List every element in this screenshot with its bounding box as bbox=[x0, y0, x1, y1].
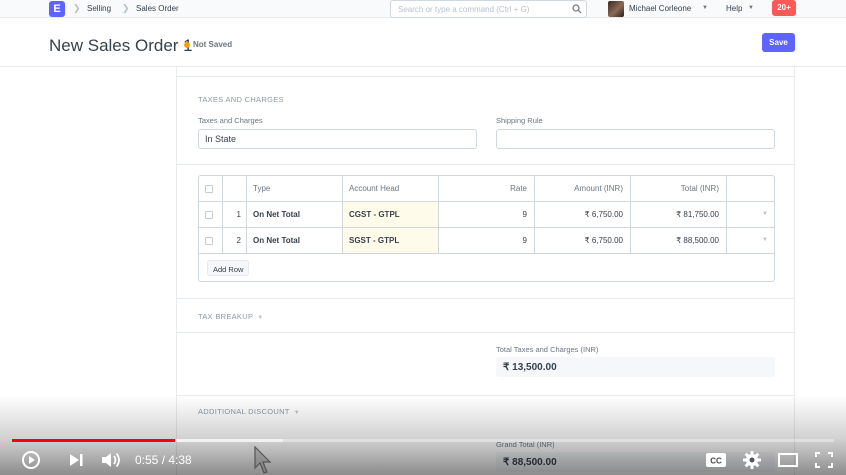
help-menu[interactable]: Help bbox=[726, 4, 742, 13]
subtitles-icon[interactable]: CC bbox=[703, 448, 729, 472]
section-divider bbox=[177, 332, 794, 333]
row-rate[interactable]: 9 bbox=[439, 202, 535, 227]
theater-mode-icon[interactable] bbox=[775, 448, 801, 472]
avatar[interactable] bbox=[608, 1, 624, 17]
notifications-badge[interactable]: 20+ bbox=[772, 0, 796, 16]
next-icon[interactable] bbox=[63, 448, 89, 472]
row-total: ₹ 88,500.00 bbox=[631, 228, 727, 253]
row-type[interactable]: On Net Total bbox=[247, 202, 343, 227]
type-header: Type bbox=[247, 176, 343, 201]
additional-discount-label: ADDITIONAL DISCOUNT bbox=[198, 407, 290, 416]
row-select-cell[interactable] bbox=[199, 202, 223, 227]
page-header: New Sales Order 1 Not Saved Save bbox=[0, 19, 846, 67]
video-played-bar bbox=[12, 439, 175, 442]
row-rate[interactable]: 9 bbox=[439, 228, 535, 253]
chevron-down-icon: ▼ bbox=[293, 410, 300, 416]
row-index: 2 bbox=[223, 228, 247, 253]
taxes-charges-label: Taxes and Charges bbox=[198, 116, 263, 125]
table-row[interactable]: 2 On Net Total SGST - GTPL 9 ₹ 6,750.00 … bbox=[199, 228, 774, 254]
taxes-table: Type Account Head Rate Amount (INR) Tota… bbox=[198, 175, 775, 282]
row-total: ₹ 81,750.00 bbox=[631, 202, 727, 227]
add-row-button[interactable]: Add Row bbox=[207, 260, 250, 276]
section-title-additional-discount[interactable]: ADDITIONAL DISCOUNT ▼ bbox=[198, 407, 300, 416]
amount-header: Amount (INR) bbox=[535, 176, 631, 201]
breadcrumb-selling[interactable]: Selling bbox=[87, 4, 111, 13]
total-taxes-value: ₹ 13,500.00 bbox=[496, 357, 775, 377]
form-body: TAXES AND CHARGES Taxes and Charges In S… bbox=[176, 67, 795, 475]
app-logo[interactable]: E bbox=[49, 1, 65, 17]
chevron-down-icon: ▼ bbox=[257, 315, 264, 321]
row-amount: ₹ 6,750.00 bbox=[535, 228, 631, 253]
row-account-head[interactable]: SGST - GTPL bbox=[343, 228, 439, 253]
shipping-rule-label: Shipping Rule bbox=[496, 116, 543, 125]
grand-total-value: ₹ 88,500.00 bbox=[496, 452, 775, 472]
idx-header bbox=[223, 176, 247, 201]
select-all-checkbox[interactable] bbox=[205, 185, 213, 193]
save-button[interactable]: Save bbox=[762, 33, 795, 52]
status-indicator-icon bbox=[184, 42, 190, 48]
section-title-taxes: TAXES AND CHARGES bbox=[198, 95, 284, 104]
tax-breakup-label: TAX BREAKUP bbox=[198, 312, 254, 321]
video-time: 0:55 / 4:38 bbox=[135, 453, 192, 467]
table-header-row: Type Account Head Rate Amount (INR) Tota… bbox=[199, 176, 774, 202]
chevron-down-icon[interactable]: ▼ bbox=[762, 237, 768, 243]
account-head-header: Account Head bbox=[343, 176, 439, 201]
search-icon bbox=[572, 4, 582, 14]
search-placeholder: Search or type a command (Ctrl + G) bbox=[398, 5, 530, 14]
chevron-right-icon: ❯ bbox=[122, 3, 130, 13]
row-checkbox[interactable] bbox=[205, 211, 213, 219]
row-account-head[interactable]: CGST - GTPL bbox=[343, 202, 439, 227]
replay-icon[interactable] bbox=[18, 448, 44, 472]
breadcrumb-sales-order[interactable]: Sales Order bbox=[136, 4, 179, 13]
row-checkbox[interactable] bbox=[205, 237, 213, 245]
section-divider bbox=[177, 164, 794, 165]
status-badge: Not Saved bbox=[193, 40, 233, 49]
actions-header bbox=[727, 176, 774, 201]
row-select-cell[interactable] bbox=[199, 228, 223, 253]
taxes-charges-field[interactable]: In State bbox=[198, 129, 477, 149]
shipping-rule-field[interactable] bbox=[496, 129, 775, 149]
table-row[interactable]: 1 On Net Total CGST - GTPL 9 ₹ 6,750.00 … bbox=[199, 202, 774, 228]
section-divider bbox=[177, 298, 794, 299]
rate-header: Rate bbox=[439, 176, 535, 201]
total-taxes-label: Total Taxes and Charges (INR) bbox=[496, 345, 599, 354]
user-menu[interactable]: Michael Corleone bbox=[629, 4, 691, 13]
select-all-cell[interactable] bbox=[199, 176, 223, 201]
cc-label: CC bbox=[710, 457, 722, 466]
navbar: E ❯ Selling ❯ Sales Order Search or type… bbox=[0, 0, 846, 18]
caret-down-icon: ▼ bbox=[748, 5, 754, 11]
caret-down-icon: ▼ bbox=[702, 5, 708, 11]
search-input[interactable]: Search or type a command (Ctrl + G) bbox=[390, 0, 587, 18]
row-index: 1 bbox=[223, 202, 247, 227]
page-title: New Sales Order 1 bbox=[49, 36, 193, 55]
section-title-tax-breakup[interactable]: TAX BREAKUP ▼ bbox=[198, 312, 264, 321]
mouse-cursor-icon bbox=[254, 446, 272, 474]
row-actions[interactable]: ▼ bbox=[727, 228, 774, 253]
total-header: Total (INR) bbox=[631, 176, 727, 201]
section-divider bbox=[177, 395, 794, 396]
volume-icon[interactable] bbox=[98, 448, 124, 472]
video-progress-bar[interactable] bbox=[12, 439, 834, 442]
fullscreen-icon[interactable] bbox=[811, 448, 837, 472]
section-divider bbox=[177, 76, 794, 77]
row-actions[interactable]: ▼ bbox=[727, 202, 774, 227]
gear-icon[interactable] bbox=[739, 448, 765, 472]
row-amount: ₹ 6,750.00 bbox=[535, 202, 631, 227]
chevron-down-icon[interactable]: ▼ bbox=[762, 211, 768, 217]
row-type[interactable]: On Net Total bbox=[247, 228, 343, 253]
chevron-right-icon: ❯ bbox=[73, 3, 81, 13]
